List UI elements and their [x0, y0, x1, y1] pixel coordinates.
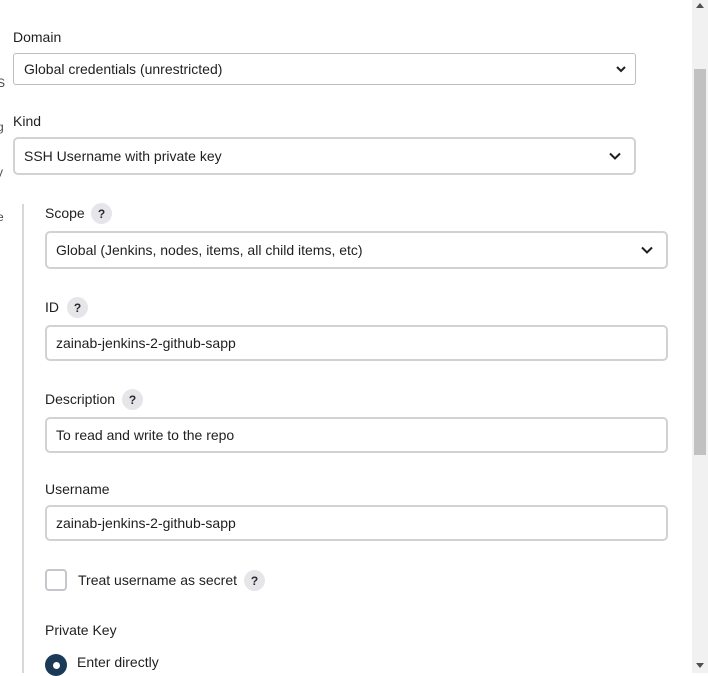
- chevron-down-icon: [641, 246, 653, 254]
- background-text-fragment: g: [0, 120, 4, 134]
- background-text-fragment: y: [0, 165, 3, 179]
- id-label: ID: [45, 299, 59, 315]
- kind-select-value: SSH Username with private key: [24, 148, 222, 164]
- id-input[interactable]: zainab-jenkins-2-github-sapp: [45, 325, 668, 361]
- scope-select[interactable]: Global (Jenkins, nodes, items, all child…: [45, 231, 668, 269]
- scrollbar-thumb[interactable]: [694, 69, 706, 455]
- help-icon[interactable]: ?: [67, 297, 88, 318]
- kind-label: Kind: [13, 113, 42, 129]
- kind-select[interactable]: SSH Username with private key: [13, 137, 636, 175]
- scroll-up-arrow-icon[interactable]: [696, 3, 704, 8]
- private-key-label: Private Key: [45, 622, 117, 638]
- help-icon[interactable]: ?: [244, 570, 265, 591]
- treat-username-secret-label[interactable]: Treat username as secret: [78, 572, 237, 588]
- username-input[interactable]: zainab-jenkins-2-github-sapp: [45, 505, 668, 541]
- help-icon[interactable]: ?: [91, 203, 112, 224]
- domain-select-value: Global credentials (unrestricted): [24, 61, 223, 77]
- background-text-fragment: S: [0, 76, 6, 90]
- radio-selected-dot: [52, 661, 60, 669]
- username-label: Username: [45, 481, 110, 497]
- domain-label: Domain: [13, 29, 62, 45]
- scroll-down-arrow-icon[interactable]: [696, 663, 704, 668]
- description-input[interactable]: To read and write to the repo: [45, 417, 668, 453]
- scope-select-value: Global (Jenkins, nodes, items, all child…: [56, 242, 363, 258]
- chevron-down-icon: [616, 66, 626, 73]
- help-icon[interactable]: ?: [122, 389, 143, 410]
- treat-username-secret-checkbox[interactable]: [45, 569, 67, 591]
- domain-select[interactable]: Global credentials (unrestricted): [13, 53, 636, 85]
- description-label: Description: [45, 391, 116, 407]
- enter-directly-label[interactable]: Enter directly: [77, 654, 159, 670]
- background-page-edge: S g y e i: [0, 0, 6, 673]
- background-text-fragment: e: [0, 210, 4, 224]
- vertical-scrollbar[interactable]: [692, 0, 708, 673]
- chevron-down-icon: [609, 152, 621, 160]
- scope-label: Scope: [45, 205, 85, 221]
- nested-section-divider: [22, 204, 24, 673]
